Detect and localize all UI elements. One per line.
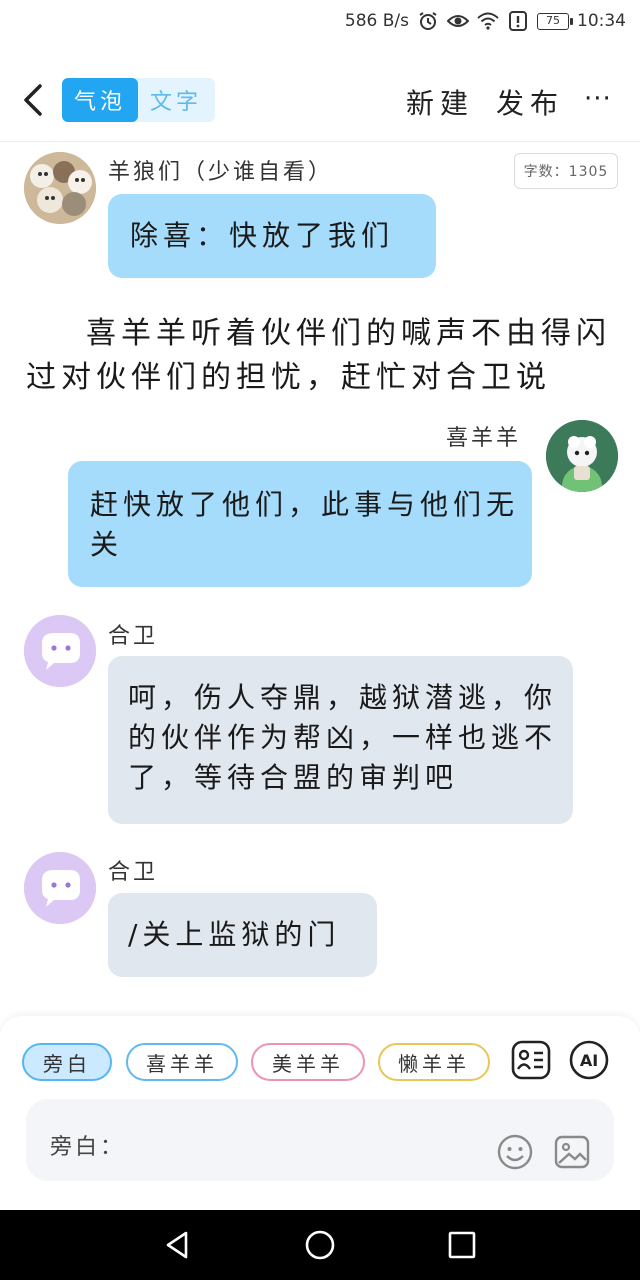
chat-bubble[interactable]: 除喜：快放了我们 [108,194,436,278]
status-icons: 586 B/s 75 10:34 [345,10,626,32]
role-chip-lazy-goat[interactable]: 懒羊羊 [378,1043,490,1081]
tab-bubble[interactable]: 气泡 [62,78,138,122]
avatar[interactable] [24,615,96,687]
avatar[interactable] [24,152,96,224]
publish-button[interactable]: 发布 [496,82,564,122]
role-chip-pretty-goat[interactable]: 美羊羊 [251,1043,365,1081]
status-bar: 586 B/s 75 10:34 [0,0,640,44]
speaker-name: 喜羊羊 [446,426,522,451]
nav-back-icon[interactable] [162,1229,194,1261]
back-icon[interactable] [16,80,52,120]
tab-text[interactable]: 文字 [138,78,214,122]
clock: 10:34 [577,11,626,31]
chat-bubble[interactable]: 呵，伤人夺鼎，越狱潜逃，你的伙伴作为帮凶，一样也逃不了，等待合盟的审判吧 [108,656,573,824]
eye-icon [447,10,469,32]
avatar[interactable] [546,420,618,492]
network-speed: 586 B/s [344,11,409,31]
top-toolbar: 气泡 文字 新建 发布 ··· [0,62,640,142]
role-chip-pleasant-goat[interactable]: 喜羊羊 [126,1043,238,1081]
alert-icon [507,10,529,32]
nav-recents-icon[interactable] [446,1229,478,1261]
emoji-icon[interactable] [496,1133,534,1171]
system-nav-bar [0,1210,640,1280]
new-button[interactable]: 新建 [406,82,474,122]
role-card-icon[interactable] [511,1040,551,1080]
mode-switch: 气泡 文字 [62,78,215,122]
ai-button[interactable]: AI [569,1040,609,1080]
speaker-name: 合卫 [108,860,159,885]
speaker-name: 合卫 [108,624,159,649]
word-count-badge: 字数：1305 [514,153,618,189]
role-chip-narration[interactable]: 旁白 [22,1043,112,1081]
battery-icon: 75 [537,12,573,30]
message-input[interactable]: 旁白： [26,1099,614,1181]
wifi-icon [477,10,499,32]
input-label: 旁白： [50,1135,126,1160]
narration-text[interactable]: 喜羊羊听着伙伴们的喊声不由得闪过对伙伴们的担忧，赶忙对合卫说 [26,312,616,400]
speaker-name: 羊狼们（少谁自看） [108,160,334,185]
more-icon[interactable]: ··· [584,84,612,114]
chat-bubble[interactable]: /关上监狱的门 [108,893,377,977]
avatar[interactable] [24,852,96,924]
nav-home-icon[interactable] [304,1229,336,1261]
alarm-icon [417,10,439,32]
ai-label: AI [579,1050,599,1070]
image-icon[interactable] [553,1133,591,1171]
chat-bubble[interactable]: 赶快放了他们，此事与他们无关 [68,461,532,587]
